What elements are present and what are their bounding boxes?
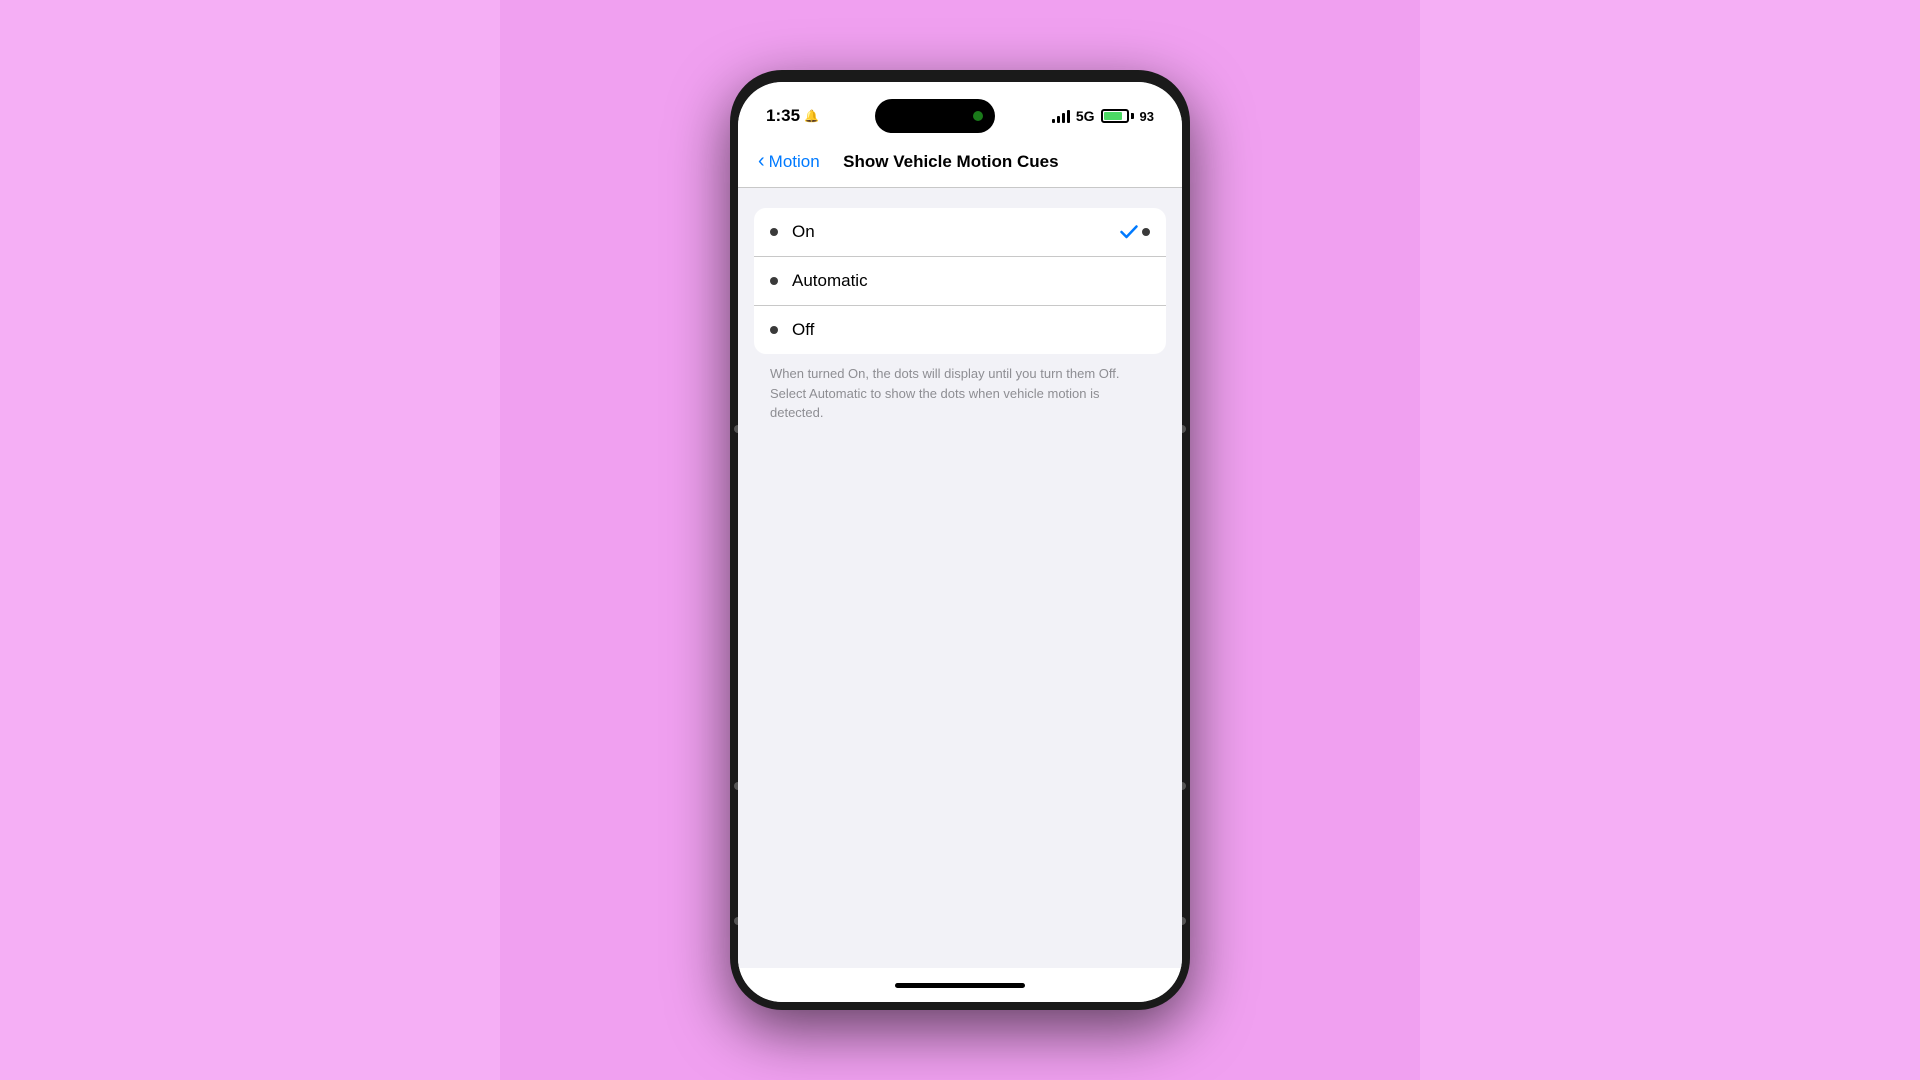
phone-device: 1:35 🔔 5G (730, 70, 1190, 1010)
background-right (1420, 0, 1920, 1080)
battery-percent: 93 (1140, 109, 1154, 124)
status-time: 1:35 🔔 (766, 106, 819, 126)
content-area: On Automatic Off (738, 188, 1182, 968)
status-bar: 1:35 🔔 5G (738, 82, 1182, 136)
navigation-bar: ‹ Motion Show Vehicle Motion Cues (738, 136, 1182, 188)
signal-bar-3 (1062, 113, 1065, 123)
signal-bars (1052, 109, 1070, 123)
option-automatic-label: Automatic (792, 271, 1150, 291)
description-text: When turned On, the dots will display un… (754, 354, 1166, 437)
dynamic-island (875, 99, 995, 133)
home-indicator-bar (738, 968, 1182, 1002)
options-group: On Automatic Off (754, 208, 1166, 354)
row-dot-off (770, 326, 778, 334)
option-off[interactable]: Off (754, 306, 1166, 354)
back-chevron-icon: ‹ (758, 151, 765, 171)
time-display: 1:35 (766, 106, 800, 126)
battery-tip (1131, 113, 1134, 119)
phone-screen: 1:35 🔔 5G (738, 82, 1182, 1002)
page-title: Show Vehicle Motion Cues (820, 152, 1082, 172)
home-bar (895, 983, 1025, 988)
status-right: 5G 93 (1052, 108, 1154, 124)
back-label: Motion (769, 152, 820, 172)
bell-icon: 🔔 (804, 109, 819, 123)
background-left (0, 0, 500, 1080)
option-off-label: Off (792, 320, 1150, 340)
signal-bar-2 (1057, 116, 1060, 123)
camera-indicator (973, 111, 983, 121)
option-automatic[interactable]: Automatic (754, 257, 1166, 306)
back-button[interactable]: ‹ Motion (758, 152, 820, 172)
checkmark-dot (1142, 228, 1150, 236)
row-dot-on (770, 228, 778, 236)
row-dot-automatic (770, 277, 778, 285)
phone-body: 1:35 🔔 5G (730, 70, 1190, 1010)
signal-bar-4 (1067, 110, 1070, 123)
signal-bar-1 (1052, 119, 1055, 123)
checkmark-icon (1120, 225, 1150, 239)
option-on-label: On (792, 222, 1120, 242)
option-on[interactable]: On (754, 208, 1166, 257)
battery-fill (1104, 112, 1123, 120)
network-label: 5G (1076, 108, 1095, 124)
battery-indicator (1101, 109, 1134, 123)
battery-body (1101, 109, 1129, 123)
